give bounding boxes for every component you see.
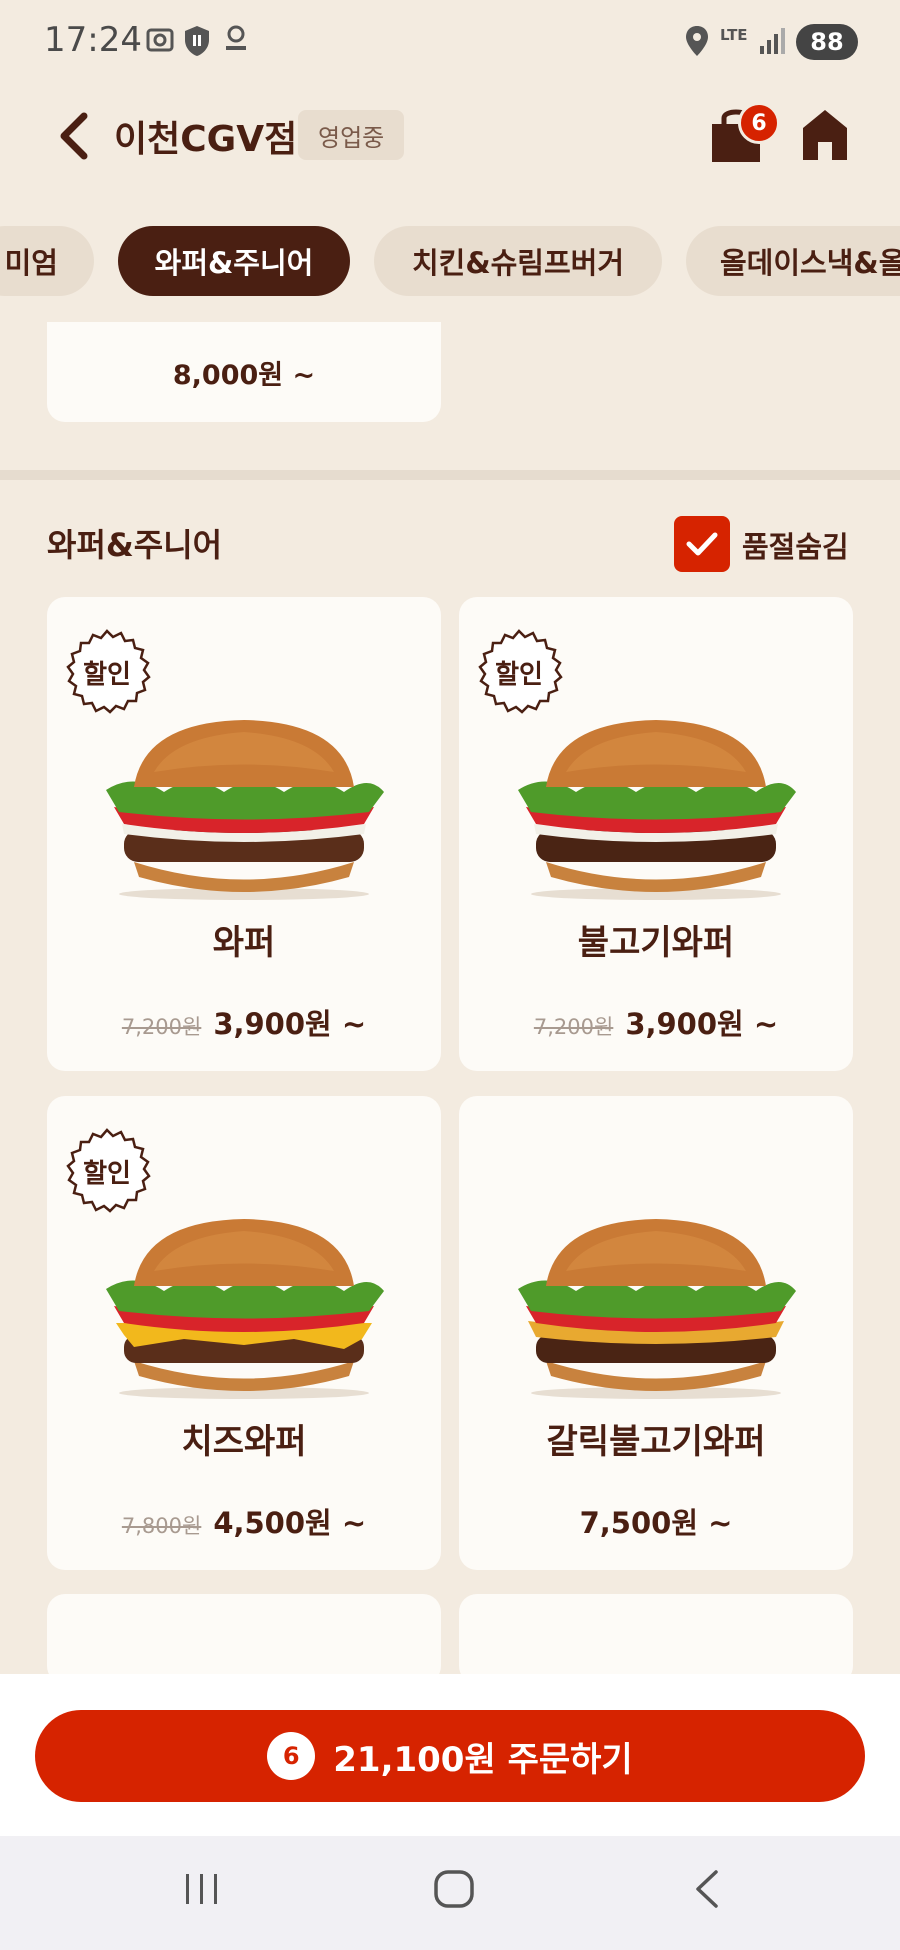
discount-badge-label: 할인 xyxy=(83,1159,131,1189)
product-price: 3,900원 ~ xyxy=(625,1007,779,1041)
store-name[interactable]: 이천CGV점 xyxy=(114,110,297,162)
product-name: 와퍼 xyxy=(212,923,276,963)
order-button-label: 21,100원 주문하기 xyxy=(333,1739,633,1780)
category-tabs: 미엄 와퍼&주니어 치킨&슈림프버거 올데이스낵&올 xyxy=(0,226,900,296)
discount-badge-label: 할인 xyxy=(495,660,543,690)
burger-image xyxy=(106,1219,384,1399)
discount-badge-icon: 할인 xyxy=(478,629,563,714)
product-name: 불고기와퍼 xyxy=(577,923,735,963)
price-row: 7,200원 3,900원 ~ xyxy=(47,1001,441,1043)
product-card-partial[interactable]: 8,000원 ~ xyxy=(47,322,441,422)
battery-indicator: 88 xyxy=(796,24,858,60)
back-icon[interactable] xyxy=(52,110,96,162)
original-price: 7,800원 xyxy=(121,1514,202,1538)
burger-image xyxy=(106,720,384,900)
order-bar: 6 21,100원 주문하기 xyxy=(0,1674,900,1836)
product-price: 3,900원 ~ xyxy=(213,1007,367,1041)
product-name: 치즈와퍼 xyxy=(181,1422,307,1462)
product-name: 갈릭불고기와퍼 xyxy=(546,1422,766,1462)
product-card[interactable]: 할인 불고기와퍼 7,200원 3,900원 ~ xyxy=(459,597,853,1071)
screen: 17:24 LTE 88 이천CGV점 영업중 6 미엄 와퍼&주니어 치킨&슈… xyxy=(0,0,900,1950)
store-status-badge: 영업중 xyxy=(298,110,405,160)
product-price: 7,500원 ~ xyxy=(579,1506,733,1540)
product-card-partial[interactable] xyxy=(459,1594,853,1684)
home-icon[interactable] xyxy=(800,106,850,162)
tab-premium[interactable]: 미엄 xyxy=(0,226,94,296)
product-card[interactable]: 갈릭불고기와퍼 7,500원 ~ xyxy=(459,1096,853,1570)
discount-badge-icon: 할인 xyxy=(66,1128,151,1213)
nav-back-icon[interactable] xyxy=(690,1868,724,1910)
order-button[interactable]: 6 21,100원 주문하기 xyxy=(35,1710,865,1802)
product-card[interactable]: 할인 와퍼 7,200원 3,900원 ~ xyxy=(47,597,441,1071)
recent-apps-icon[interactable] xyxy=(182,1868,222,1908)
discount-badge-label: 할인 xyxy=(83,660,131,690)
discount-badge-icon: 할인 xyxy=(66,629,151,714)
burger-image xyxy=(518,720,796,900)
home-circle-icon[interactable] xyxy=(432,1868,476,1910)
burger-image xyxy=(518,1219,796,1399)
product-price: 4,500원 ~ xyxy=(213,1506,367,1540)
certificate-icon xyxy=(226,25,246,50)
header: 이천CGV점 영업중 6 xyxy=(0,90,900,182)
network-type: LTE xyxy=(720,26,748,44)
product-card[interactable]: 할인 치즈와퍼 7,800원 4,500원 ~ xyxy=(47,1096,441,1570)
order-count-badge: 6 xyxy=(267,1732,316,1780)
screenshot-icon xyxy=(146,28,174,52)
system-nav-bar xyxy=(0,1836,900,1950)
soldout-checkbox[interactable] xyxy=(674,516,730,572)
status-bar: 17:24 LTE 88 xyxy=(0,0,900,84)
battery-level: 88 xyxy=(810,28,844,56)
original-price: 7,200원 xyxy=(121,1015,202,1039)
shield-icon xyxy=(185,26,209,56)
product-card-partial[interactable] xyxy=(47,1594,441,1684)
product-price: 8,000원 ~ xyxy=(172,359,316,391)
signal-icon xyxy=(760,28,785,54)
check-icon xyxy=(686,532,718,556)
section-title: 와퍼&주니어 xyxy=(47,526,223,564)
section-divider xyxy=(0,470,900,480)
tab-whopper-junior[interactable]: 와퍼&주니어 xyxy=(118,226,350,296)
original-price: 7,200원 xyxy=(533,1015,614,1039)
price-row: 7,200원 3,900원 ~ xyxy=(459,1001,853,1043)
price-row: 7,500원 ~ xyxy=(459,1500,853,1542)
soldout-label[interactable]: 품절숨김 xyxy=(742,524,849,566)
tab-allday-snack[interactable]: 올데이스낵&올 xyxy=(686,226,900,296)
location-icon xyxy=(686,26,708,56)
status-time: 17:24 xyxy=(44,20,142,60)
cart-count-badge: 6 xyxy=(738,102,780,144)
tab-chicken-shrimp[interactable]: 치킨&슈림프버거 xyxy=(374,226,662,296)
price-row: 7,800원 4,500원 ~ xyxy=(47,1500,441,1542)
